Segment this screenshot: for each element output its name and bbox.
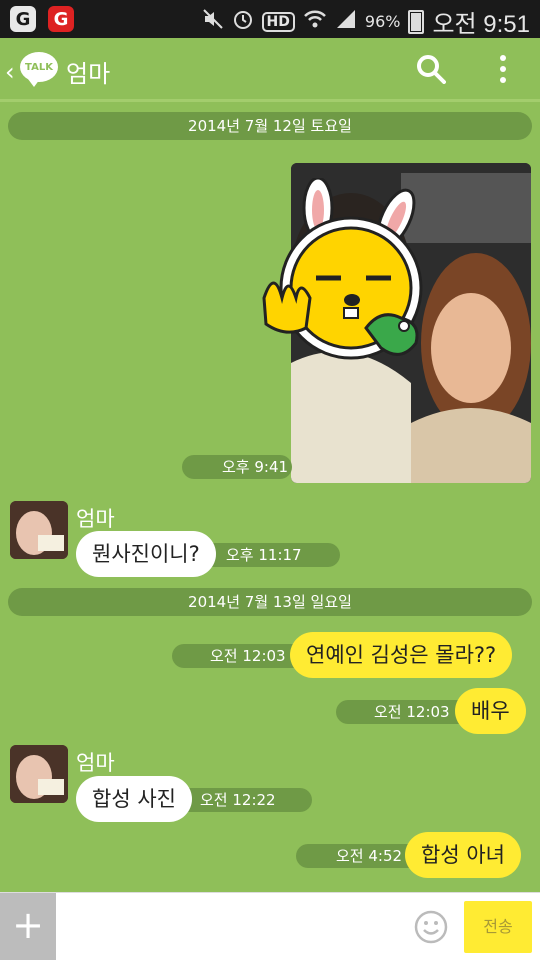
message-time: 오전 12:22: [172, 788, 312, 812]
message-bubble-received[interactable]: 뭔사진이니?: [76, 531, 216, 577]
battery-percent: 96%: [364, 12, 401, 31]
notification-app-icon: G: [10, 6, 36, 32]
clock: 오전 9:51: [432, 11, 530, 38]
message-bubble-received[interactable]: 합성 사진: [76, 776, 192, 822]
status-bar: G G HD 96% 오전 9:51: [0, 0, 540, 38]
message-input-bar: + 전송: [0, 892, 540, 960]
send-button[interactable]: 전송: [464, 901, 532, 953]
add-attachment-button[interactable]: +: [0, 893, 56, 960]
date-separator: 2014년 7월 12일 토요일: [8, 112, 532, 140]
message-time: 오후 11:17: [200, 543, 340, 567]
hd-voice-icon: HD: [261, 11, 295, 32]
search-icon[interactable]: [416, 54, 446, 84]
signal-icon: [335, 8, 357, 35]
more-menu-icon[interactable]: [496, 52, 510, 86]
avatar[interactable]: [10, 745, 68, 803]
message-input[interactable]: [64, 903, 404, 951]
chat-header: ‹ TALK 엄마: [0, 38, 540, 102]
chat-title: 엄마: [66, 60, 111, 88]
back-icon[interactable]: ‹: [5, 58, 15, 86]
message-bubble-sent[interactable]: 배우: [455, 688, 526, 734]
message-bubble-sent[interactable]: 합성 아녀: [405, 832, 521, 878]
avatar[interactable]: [10, 501, 68, 559]
alarm-icon: [232, 8, 254, 35]
kakaotalk-logo[interactable]: TALK: [20, 52, 58, 87]
battery-icon: [408, 9, 425, 34]
sender-name: 엄마: [76, 751, 115, 775]
notification-app-icon-red: G: [48, 6, 74, 32]
wifi-icon: [303, 8, 327, 35]
mute-icon: [202, 8, 224, 35]
sender-name: 엄마: [76, 507, 115, 531]
message-time: 오후 9:41: [182, 455, 292, 479]
emoticon-icon[interactable]: [414, 910, 448, 944]
message-bubble-sent[interactable]: 연예인 김성은 몰라??: [290, 632, 513, 678]
date-separator: 2014년 7월 13일 일요일: [8, 588, 532, 616]
rabbit-sticker: [256, 176, 436, 378]
